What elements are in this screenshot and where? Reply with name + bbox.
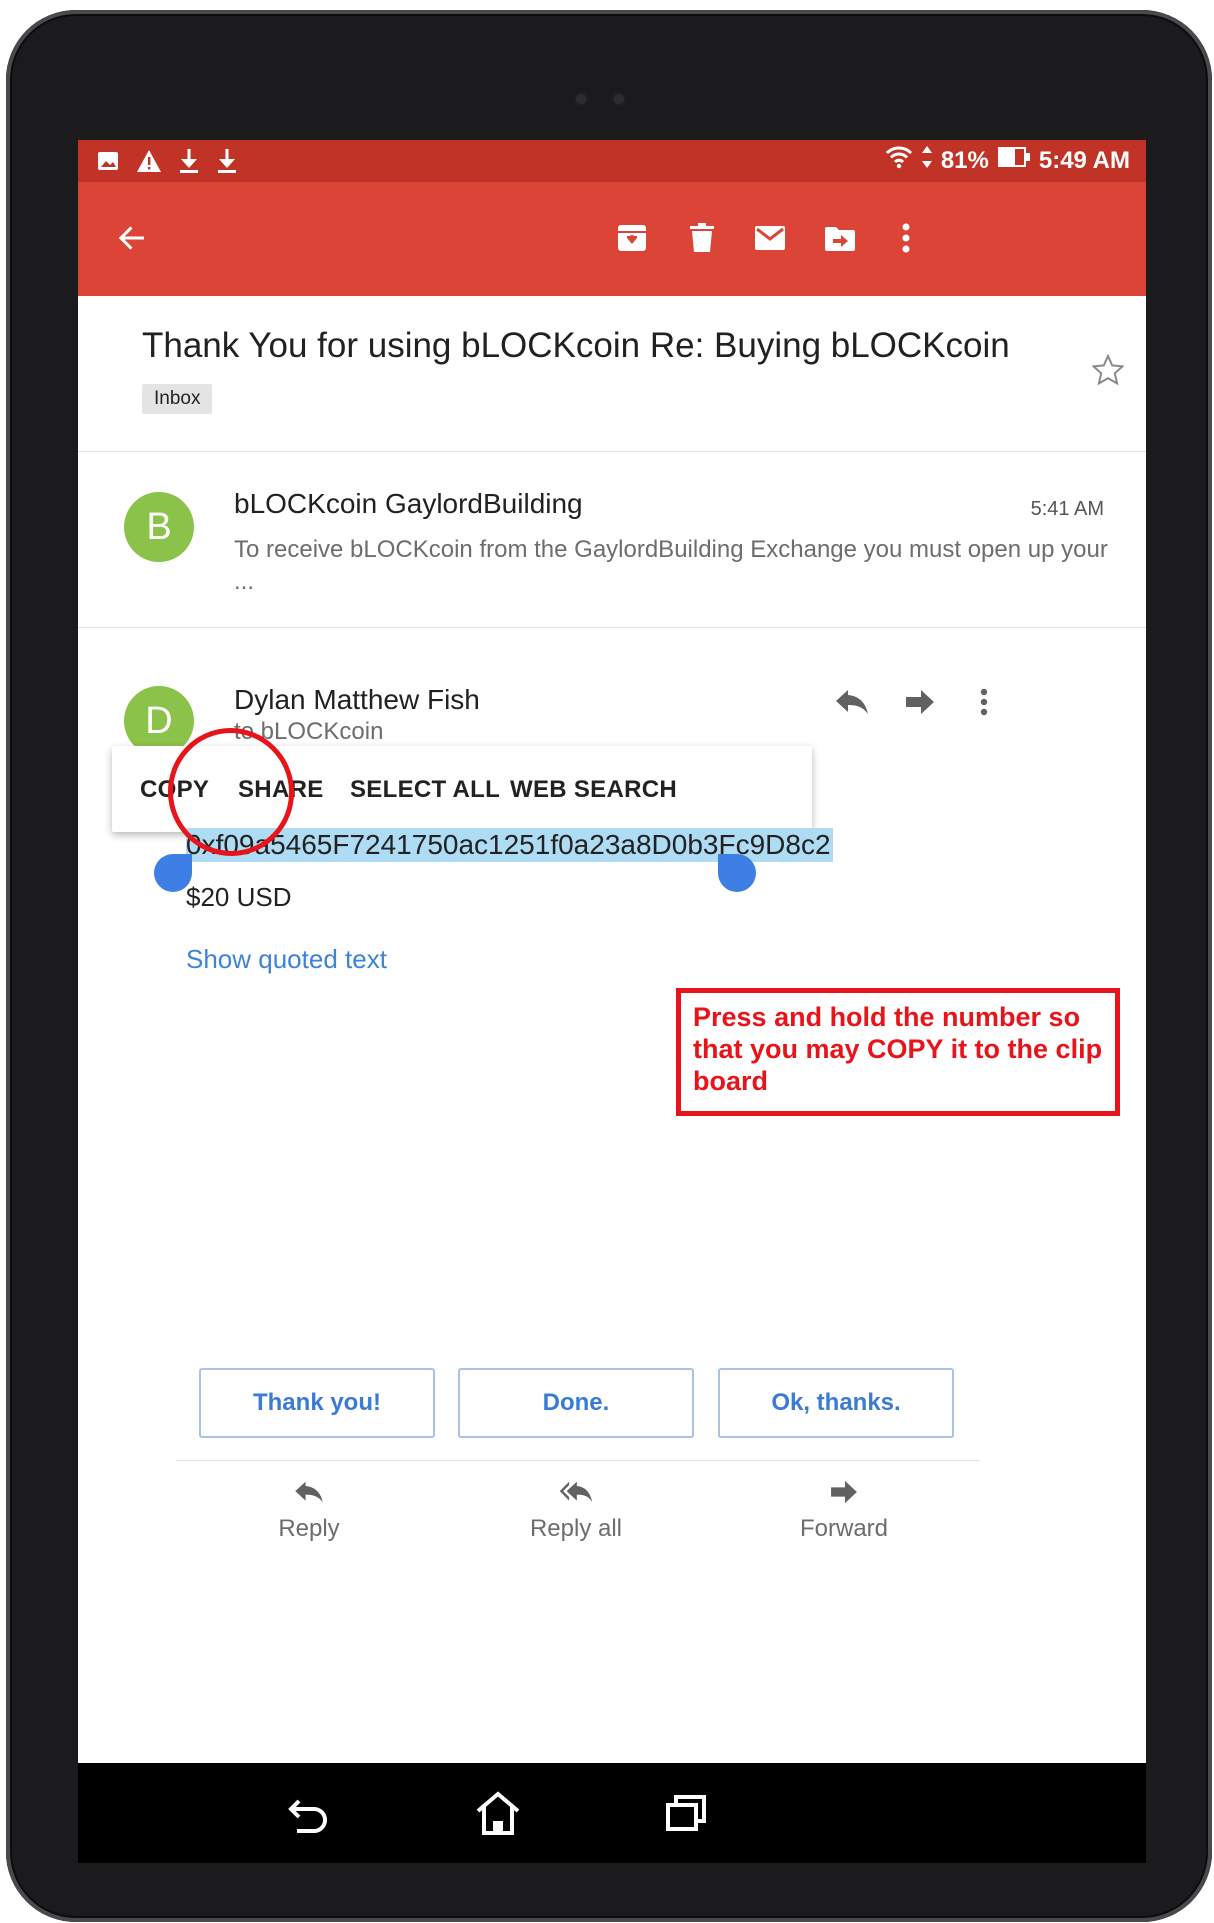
thread-subject: Thank You for using bLOCKcoin Re: Buying… — [142, 326, 1010, 365]
star-icon[interactable] — [1091, 353, 1125, 391]
front-sensor — [576, 94, 586, 104]
copy-menu-item[interactable]: COPY — [140, 776, 209, 804]
mark-unread-icon[interactable] — [748, 216, 792, 260]
select-all-menu-item[interactable]: SELECT ALL — [350, 776, 500, 804]
forward-label: Forward — [799, 1515, 889, 1542]
inbox-label[interactable]: Inbox — [142, 384, 213, 414]
instruction-callout: Press and hold the number so that you ma… — [676, 988, 1120, 1116]
amount-text: $20 USD — [186, 882, 292, 912]
forward-icon[interactable] — [898, 682, 942, 722]
thread-header: Thank You for using bLOCKcoin Re: Buying… — [78, 296, 1146, 452]
data-arrows-icon — [921, 145, 933, 176]
smart-reply-button[interactable]: Ok, thanks. — [718, 1368, 954, 1438]
smart-reply-button[interactable]: Thank you! — [199, 1368, 435, 1438]
battery-percent: 81% — [940, 146, 989, 174]
sender-name: Dylan Matthew Fish — [234, 684, 480, 715]
move-to-icon[interactable] — [818, 216, 862, 260]
share-menu-item[interactable]: SHARE — [238, 776, 324, 804]
reply-icon — [294, 1480, 324, 1509]
back-nav-icon[interactable] — [280, 1785, 336, 1841]
app-toolbar — [78, 182, 1146, 296]
smart-reply-button[interactable]: Done. — [458, 1368, 694, 1438]
forward-button[interactable]: Forward — [749, 1480, 939, 1550]
reply-all-icon — [557, 1480, 595, 1509]
image-icon — [96, 149, 120, 173]
avatar: B — [124, 492, 194, 562]
reply-button[interactable]: Reply — [214, 1480, 404, 1550]
home-nav-icon[interactable] — [470, 1785, 526, 1841]
recents-nav-icon[interactable] — [658, 1785, 714, 1841]
clock: 5:49 AM — [1038, 146, 1130, 174]
back-arrow-icon[interactable] — [110, 216, 154, 260]
message-time: 5:41 AM — [1030, 498, 1104, 520]
collapsed-message[interactable]: B bLOCKcoin GaylordBuilding 5:41 AM To r… — [78, 452, 1146, 628]
show-quoted-link[interactable]: Show quoted text — [186, 944, 387, 975]
system-nav-bar — [78, 1763, 1146, 1863]
battery-icon — [997, 146, 1031, 175]
more-vert-icon[interactable] — [884, 216, 928, 260]
reply-icon[interactable] — [830, 682, 874, 722]
forward-icon — [830, 1480, 858, 1509]
email-screen: 81% 5:49 AM Thank You for using bLOCKcoi… — [78, 140, 1146, 1763]
status-bar: 81% 5:49 AM — [78, 140, 1146, 182]
web-search-menu-item[interactable]: WEB SEARCH — [510, 776, 677, 804]
sender-name: bLOCKcoin GaylordBuilding — [234, 488, 583, 519]
warning-icon — [136, 149, 162, 173]
reply-all-button[interactable]: Reply all — [481, 1480, 671, 1550]
delete-icon[interactable] — [680, 216, 724, 260]
download-icon — [216, 148, 238, 174]
divider — [176, 1460, 980, 1461]
download-icon — [178, 148, 200, 174]
recipient-line[interactable]: to bLOCKcoin — [234, 718, 383, 746]
wifi-icon — [885, 145, 913, 176]
reply-label: Reply — [278, 1515, 340, 1542]
more-vert-icon[interactable] — [962, 682, 1006, 722]
message-snippet: To receive bLOCKcoin from the GaylordBui… — [234, 536, 1108, 595]
front-camera — [614, 94, 624, 104]
text-selection-menu: COPY SHARE SELECT ALL WEB SEARCH — [112, 746, 812, 832]
selection-handle-right[interactable] — [718, 854, 756, 892]
reply-all-label: Reply all — [529, 1515, 623, 1542]
archive-icon[interactable] — [610, 216, 654, 260]
